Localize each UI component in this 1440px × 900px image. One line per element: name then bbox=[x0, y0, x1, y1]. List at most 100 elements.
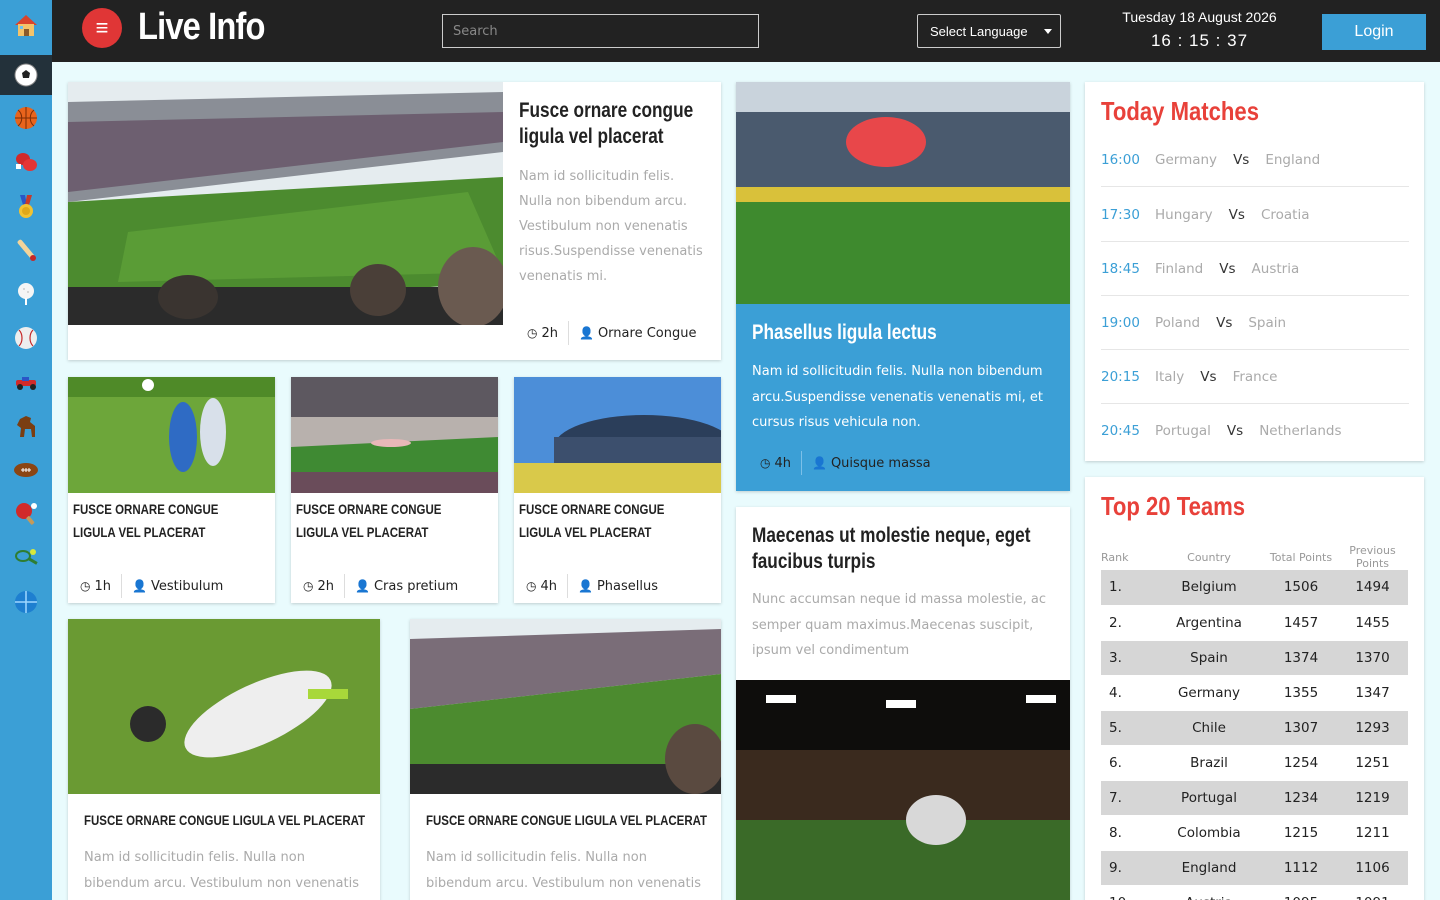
wide-card-1-excerpt: Nam id sollicitudin felis. Nulla non bib… bbox=[84, 850, 359, 891]
user-icon: 👤 bbox=[355, 579, 370, 593]
sports-sidebar bbox=[0, 0, 52, 900]
current-date: Tuesday 18 August 2026 bbox=[1122, 9, 1277, 25]
table-header-row: Rank Country Total Points Previous Point… bbox=[1101, 544, 1396, 570]
sidebar-item-home[interactable] bbox=[0, 5, 52, 45]
sidebar-item-ping-pong[interactable] bbox=[0, 494, 52, 534]
arena-photo bbox=[291, 377, 498, 493]
clock-icon: ◷ bbox=[527, 326, 538, 340]
small-article-card-2[interactable]: FUSCE ORNARE CONGUE LIGULA VEL PLACERAT … bbox=[291, 377, 498, 603]
cricket-bat-icon bbox=[17, 239, 36, 261]
article-title: Maecenas ut molestie neque, eget faucibu… bbox=[752, 524, 1031, 573]
table-row[interactable]: 9. England 1112 1106 bbox=[1101, 850, 1408, 886]
user-icon: 👤 bbox=[812, 456, 827, 470]
small-card-2-meta: ◷ 2h 👤 Cras pretium bbox=[303, 574, 458, 598]
sidebar-item-soccer[interactable] bbox=[0, 55, 52, 95]
small-article-card-1[interactable]: FUSCE ORNARE CONGUE LIGULA VEL PLACERAT … bbox=[68, 377, 275, 603]
ping-pong-icon bbox=[16, 503, 37, 525]
featured-time: 2h bbox=[541, 325, 558, 341]
sidebar-item-racing[interactable] bbox=[0, 362, 52, 402]
highlight-excerpt: Nam id sollicitudin felis. Nulla non bib… bbox=[752, 364, 1043, 430]
top-teams-title: Top 20 Teams bbox=[1101, 491, 1246, 521]
table-row[interactable]: 2. Argentina 1457 1455 bbox=[1101, 605, 1408, 641]
table-row[interactable]: 10.Austria10951091 bbox=[1101, 885, 1408, 900]
featured-article-card[interactable]: Fusce ornare congue ligula vel placerat … bbox=[68, 82, 721, 360]
clock-icon: ◷ bbox=[760, 456, 771, 470]
golf-ball-icon bbox=[18, 283, 34, 305]
table-row[interactable]: 4. Germany 1355 1347 bbox=[1101, 675, 1408, 711]
caret-down-icon bbox=[1044, 29, 1052, 34]
top-teams-table: Rank Country Total Points Previous Point… bbox=[1101, 544, 1408, 900]
basketball-icon bbox=[15, 107, 37, 129]
sidebar-item-basketball[interactable] bbox=[0, 98, 52, 138]
clock-icon: ◷ bbox=[526, 579, 537, 593]
match-row[interactable]: 19:00 Poland Vs Spain bbox=[1101, 296, 1409, 350]
racing-car-icon bbox=[16, 377, 36, 390]
sidebar-item-horse[interactable] bbox=[0, 406, 52, 446]
match-row[interactable]: 18:45 Finland Vs Austria bbox=[1101, 242, 1409, 296]
text-article-card[interactable]: Maecenas ut molestie neque, eget faucibu… bbox=[736, 507, 1070, 900]
globe-icon bbox=[15, 591, 37, 613]
highlight-title: Phasellus ligula lectus bbox=[752, 321, 937, 344]
match-row[interactable]: 16:00 Germany Vs England bbox=[1101, 133, 1409, 187]
wide-article-card-1[interactable]: FUSCE ORNARE CONGUE LIGULA VEL PLACERAT … bbox=[68, 619, 380, 900]
table-row[interactable]: 5. Chile 1307 1293 bbox=[1101, 710, 1408, 746]
match-row[interactable]: 17:30 Hungary Vs Croatia bbox=[1101, 188, 1409, 242]
wide-card-2-title: FUSCE ORNARE CONGUE LIGULA VEL PLACERAT bbox=[426, 812, 708, 828]
highlight-article-card[interactable]: Phasellus ligula lectus Nam id sollicitu… bbox=[736, 82, 1070, 491]
players-photo bbox=[68, 377, 275, 493]
wide-article-card-2[interactable]: FUSCE ORNARE CONGUE LIGULA VEL PLACERAT … bbox=[410, 619, 721, 900]
login-button[interactable]: Login bbox=[1322, 14, 1426, 50]
wide-card-1-title: FUSCE ORNARE CONGUE LIGULA VEL PLACERAT bbox=[84, 812, 366, 828]
sidebar-item-medal[interactable] bbox=[0, 186, 52, 226]
language-select-label: Select Language bbox=[930, 23, 1028, 39]
site-logo[interactable]: Live Info bbox=[138, 6, 265, 49]
small-article-card-3[interactable]: FUSCE ORNARE CONGUE LIGULA VEL PLACERAT … bbox=[514, 377, 721, 603]
top-header: ≡ Live Info Select Language Tuesday 18 A… bbox=[52, 0, 1440, 62]
sidebar-item-boxing[interactable] bbox=[0, 142, 52, 182]
stadium-photo bbox=[68, 82, 503, 325]
match-row[interactable]: 20:15 Italy Vs France bbox=[1101, 350, 1409, 404]
sidebar-item-golf[interactable] bbox=[0, 274, 52, 314]
table-row[interactable]: 3. Spain 1374 1370 bbox=[1101, 640, 1408, 676]
table-row[interactable]: 7. Portugal 1234 1219 bbox=[1101, 780, 1408, 816]
sidebar-item-baseball[interactable] bbox=[0, 318, 52, 358]
stadium-night-photo bbox=[736, 680, 1070, 900]
small-card-3-title: FUSCE ORNARE CONGUE LIGULA VEL PLACERAT bbox=[519, 501, 665, 540]
menu-button[interactable]: ≡ bbox=[82, 8, 122, 48]
small-card-1-title: FUSCE ORNARE CONGUE LIGULA VEL PLACERAT bbox=[73, 501, 219, 540]
sidebar-item-cricket[interactable] bbox=[0, 230, 52, 270]
tennis-icon bbox=[15, 549, 38, 565]
stadium-exterior-photo bbox=[514, 377, 721, 493]
top-teams-panel: Top 20 Teams Rank Country Total Points P… bbox=[1085, 477, 1424, 900]
featured-meta: ◷ 2h 👤 Ornare Congue bbox=[527, 321, 696, 345]
featured-title[interactable]: Fusce ornare congue ligula vel placerat bbox=[519, 98, 721, 150]
clock-icon: ◷ bbox=[303, 579, 314, 593]
language-select[interactable]: Select Language bbox=[917, 14, 1061, 48]
search-input[interactable] bbox=[442, 14, 759, 48]
soccer-ball-icon bbox=[14, 63, 38, 87]
user-icon: 👤 bbox=[132, 579, 147, 593]
featured-author: Ornare Congue bbox=[597, 325, 697, 341]
small-card-3-meta: ◷ 4h 👤 Phasellus bbox=[526, 574, 658, 598]
sidebar-item-american-football[interactable] bbox=[0, 450, 52, 490]
user-icon: 👤 bbox=[579, 326, 594, 340]
sidebar-item-globe[interactable] bbox=[0, 582, 52, 622]
today-matches-title: Today Matches bbox=[1101, 96, 1260, 126]
article-excerpt: Nunc accumsan neque id massa molestie, a… bbox=[752, 592, 1046, 658]
sidebar-item-tennis[interactable] bbox=[0, 538, 52, 578]
clock-icon: ◷ bbox=[80, 579, 91, 593]
small-card-2-title: FUSCE ORNARE CONGUE LIGULA VEL PLACERAT bbox=[296, 501, 442, 540]
wide-card-2-excerpt: Nam id sollicitudin felis. Nulla non bib… bbox=[426, 850, 701, 891]
baseball-icon bbox=[15, 327, 37, 349]
table-row[interactable]: 1. Belgium 1506 1494 bbox=[1101, 570, 1408, 606]
featured-excerpt: Nam id sollicitudin felis. Nulla non bib… bbox=[519, 169, 703, 284]
medal-icon bbox=[19, 195, 33, 218]
small-card-1-meta: ◷ 1h 👤 Vestibulum bbox=[80, 574, 223, 598]
user-icon: 👤 bbox=[578, 579, 593, 593]
home-icon bbox=[15, 15, 37, 36]
current-time: 16 : 15 : 37 bbox=[1150, 31, 1249, 50]
table-row[interactable]: 8. Colombia 1215 1211 bbox=[1101, 815, 1408, 851]
match-row[interactable]: 20:45 Portugal Vs Netherlands bbox=[1101, 404, 1409, 458]
table-row[interactable]: 6. Brazil 1254 1251 bbox=[1101, 745, 1408, 781]
boxing-glove-icon bbox=[16, 153, 37, 171]
